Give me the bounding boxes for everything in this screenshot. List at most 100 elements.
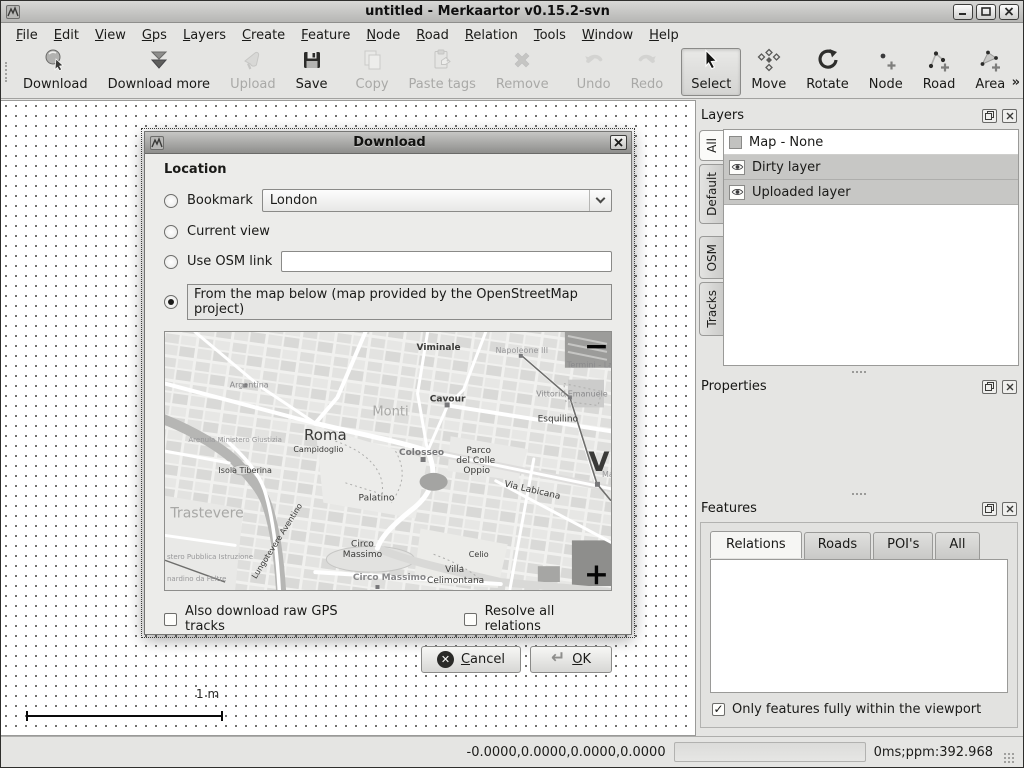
from-map-label[interactable]: From the map below (map provided by the … <box>187 284 612 320</box>
cancel-button[interactable]: ✕ Cancel <box>421 646 521 673</box>
close-button[interactable] <box>999 4 1019 20</box>
layers-list: Map - None Dirty layer Uploaded layer <box>723 129 1019 366</box>
features-list[interactable] <box>710 559 1008 693</box>
layer-visible-eye-icon[interactable] <box>729 160 745 175</box>
layer-row-dirty-layer[interactable]: Dirty layer <box>724 155 1018 180</box>
toolbar-overflow-chevron[interactable]: » <box>1012 75 1020 90</box>
map-zoom-out-button[interactable]: − <box>584 332 609 362</box>
scale-bar <box>26 711 223 721</box>
toolbar-button-label: Select <box>691 77 731 92</box>
menu-view[interactable]: View <box>88 26 133 45</box>
toolbar-road-button[interactable]: Road <box>913 48 966 96</box>
toolbar-upload-button: Upload <box>220 48 286 96</box>
toolbar-download-button[interactable]: Download <box>13 48 98 96</box>
layer-visible-eye-icon[interactable] <box>729 185 745 200</box>
properties-close-icon[interactable] <box>1002 380 1017 394</box>
window-titlebar[interactable]: untitled - Merkaartor v0.15.2-svn <box>1 1 1023 23</box>
features-tab-all[interactable]: All <box>935 532 979 559</box>
menu-file[interactable]: File <box>9 26 45 45</box>
download-area-map[interactable]: ViminaleNapoleone IIITermini - LaArgenti… <box>164 331 612 591</box>
bookmark-radio[interactable] <box>164 194 178 208</box>
osm-link-input[interactable] <box>281 251 612 272</box>
viewport-filter-checkbox[interactable]: ✓ <box>712 703 725 716</box>
layers-tab-all[interactable]: All <box>699 130 723 161</box>
layer-checkbox[interactable] <box>729 136 742 149</box>
menu-layers[interactable]: Layers <box>176 26 233 45</box>
map-label-cavour: Cavour <box>430 394 466 404</box>
features-float-button[interactable] <box>982 502 997 516</box>
toolbar-area-button[interactable]: Area <box>965 48 1015 96</box>
features-tab-relations[interactable]: Relations <box>710 531 802 558</box>
menu-feature[interactable]: Feature <box>294 26 357 45</box>
move-icon <box>757 48 781 76</box>
map-label-argentina: Argentina <box>230 381 269 390</box>
minimize-button[interactable] <box>953 4 973 20</box>
current-view-option-row: Current view <box>164 224 612 239</box>
menu-road[interactable]: Road <box>409 26 456 45</box>
toolbar-download-more-button[interactable]: Download more <box>98 48 220 96</box>
features-tab-roads[interactable]: Roads <box>804 532 871 559</box>
viewport-filter-row: ✓ Only features fully within the viewpor… <box>710 693 1008 723</box>
menu-gps[interactable]: Gps <box>135 26 174 45</box>
layers-tab-default[interactable]: Default <box>699 164 723 224</box>
toolbar-button-label: Download <box>23 77 88 92</box>
road-icon <box>927 48 951 76</box>
resolve-relations-checkbox[interactable]: ✓ <box>464 613 477 626</box>
dialog-titlebar[interactable]: Download <box>145 132 631 154</box>
toolbar-move-button[interactable]: Move <box>741 48 796 96</box>
menu-node[interactable]: Node <box>359 26 407 45</box>
select-icon <box>699 48 723 76</box>
toolbar-button-label: Node <box>869 77 903 92</box>
menu-help[interactable]: Help <box>642 26 686 45</box>
features-tab-poi-s[interactable]: POI's <box>873 532 933 559</box>
bookmark-option-row: Bookmark London <box>164 189 612 212</box>
map-label-oppio: Oppio <box>463 466 490 476</box>
features-panel-body: RelationsRoadsPOI'sAll ✓ Only features f… <box>700 522 1018 728</box>
dock-splitter[interactable] <box>699 488 1019 499</box>
layer-label: Dirty layer <box>752 160 821 175</box>
layers-close-icon[interactable] <box>1002 109 1017 123</box>
ok-button[interactable]: ↵ OK <box>530 646 612 673</box>
bookmark-combobox[interactable]: London <box>262 189 612 212</box>
layers-tab-osm[interactable]: OSM <box>699 236 723 279</box>
map-label-del-colle: del Colle <box>456 456 495 466</box>
layers-tab-tracks[interactable]: Tracks <box>699 282 723 336</box>
toolbar-rotate-button[interactable]: Rotate <box>796 48 859 96</box>
dialog-body: Location Bookmark London Current view Us… <box>145 154 631 673</box>
dock-splitter[interactable] <box>699 366 1019 377</box>
layer-row-uploaded-layer[interactable]: Uploaded layer <box>724 180 1018 205</box>
maximize-button[interactable] <box>976 4 996 20</box>
map-label-roma: Roma <box>304 426 347 444</box>
menu-edit[interactable]: Edit <box>47 26 86 45</box>
layers-float-button[interactable] <box>982 109 997 123</box>
chevron-down-icon[interactable] <box>589 190 611 211</box>
undo-icon <box>582 48 606 76</box>
from-map-radio[interactable] <box>164 295 178 309</box>
toolbar-save-button[interactable]: Save <box>286 48 338 96</box>
osm-link-radio[interactable] <box>164 255 178 269</box>
dialog-close-button[interactable] <box>610 135 627 150</box>
menu-tools[interactable]: Tools <box>527 26 573 45</box>
map-label-celimontana: Celimontana <box>427 576 484 586</box>
toolbar-drag-handle[interactable] <box>5 62 7 82</box>
menu-window[interactable]: Window <box>575 26 640 45</box>
scale-label: 1 m <box>196 687 219 701</box>
layer-row-map-none[interactable]: Map - None <box>724 130 1018 155</box>
properties-float-button[interactable] <box>982 380 997 394</box>
resize-grip[interactable] <box>1003 752 1015 764</box>
toolbar-select-button[interactable]: Select <box>681 48 741 96</box>
current-view-radio[interactable] <box>164 225 178 239</box>
features-panel-title: Features <box>701 501 977 516</box>
toolbar-button-label: Save <box>296 77 328 92</box>
menu-relation[interactable]: Relation <box>458 26 525 45</box>
menu-create[interactable]: Create <box>235 26 292 45</box>
toolbar-node-button[interactable]: Node <box>859 48 913 96</box>
node-icon <box>874 48 898 76</box>
toolbar-group: Download Download moreUpload Save <box>13 48 338 96</box>
layers-tab-strip: All Default OSM Tracks <box>699 129 723 366</box>
features-close-icon[interactable] <box>1002 502 1017 516</box>
gps-tracks-checkbox[interactable]: ✓ <box>164 613 177 626</box>
map-label-monti: Monti <box>372 404 408 419</box>
map-zoom-in-button[interactable]: + <box>584 560 609 590</box>
map-label-arenula-ministero-giustizia: Arenula Ministero Giustizia <box>188 436 282 444</box>
